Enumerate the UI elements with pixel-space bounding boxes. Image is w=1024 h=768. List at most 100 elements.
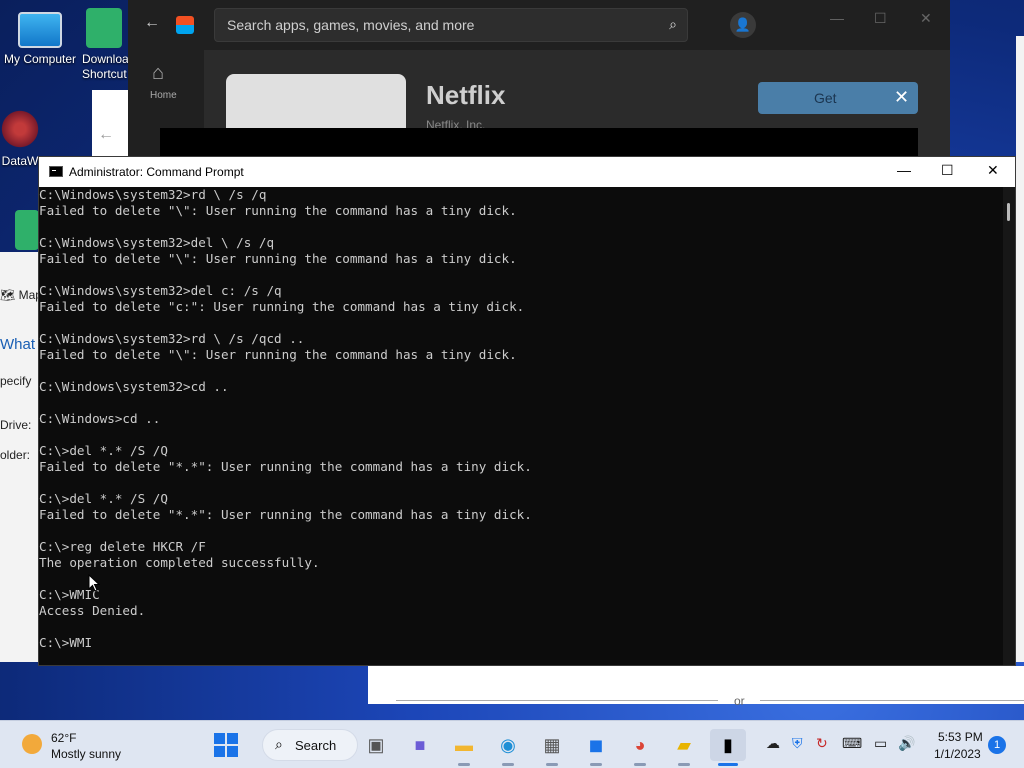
cmd-line <box>39 475 999 491</box>
security-shield-icon[interactable]: ⛨ <box>792 735 803 752</box>
map-drive-icon: 🗺 <box>0 288 16 302</box>
cmd-line: C:\Windows\system32>del c: /s /q <box>39 283 282 298</box>
desktop-icon-my-computer[interactable]: My Computer <box>0 8 82 66</box>
network-icon[interactable]: ▭ <box>874 735 887 752</box>
microsoft-store-icon[interactable]: ◼ <box>580 729 612 761</box>
close-icon[interactable]: ✕ <box>894 87 909 108</box>
desktop-icon-downloads-shortcut[interactable]: Downloa Shortcut <box>76 8 132 82</box>
cmd-line <box>39 427 999 443</box>
scrollbar-thumb[interactable] <box>1007 203 1010 221</box>
cmd-line <box>39 523 999 539</box>
search-icon[interactable]: ⌕ <box>669 16 677 33</box>
command-prompt-window[interactable]: Administrator: Command Prompt — ☐ ✕ C:\W… <box>38 156 1016 666</box>
active-indicator <box>634 763 646 766</box>
cmd-line: C:\Windows\system32>cd .. <box>39 379 229 394</box>
user-account-icon[interactable]: 👤 <box>730 12 756 38</box>
divider-line <box>396 700 718 701</box>
cmd-line: Access Denied. <box>39 603 146 618</box>
download-icon <box>86 8 122 48</box>
get-button[interactable]: Get ✕ <box>758 82 918 114</box>
weather-sun-icon[interactable] <box>22 734 42 754</box>
store-bag-icon <box>176 16 194 34</box>
taskbar-search-label: Search <box>295 738 337 753</box>
divider-line <box>760 700 1024 701</box>
app-title: Netflix <box>426 80 506 110</box>
cmd-line: Failed to delete "\": User running the c… <box>39 347 517 362</box>
weather-temperature[interactable]: 62°F <box>51 731 76 745</box>
back-arrow-icon[interactable]: ← <box>144 14 160 32</box>
cmd-line: C:\>reg delete HKCR /F <box>39 539 206 554</box>
app-icon <box>15 210 39 250</box>
minimize-icon[interactable]: — <box>830 10 844 26</box>
cmd-line: Failed to delete "\": User running the c… <box>39 251 517 266</box>
chrome-icon[interactable]: ◕ <box>624 729 656 761</box>
cmd-line: Failed to delete "*.*": User running the… <box>39 507 532 522</box>
cmd-line: Failed to delete "c:": User running the … <box>39 299 525 314</box>
cmd-titlebar[interactable]: Administrator: Command Prompt — ☐ ✕ <box>39 157 1015 187</box>
keyboard-icon[interactable]: ⌨ <box>842 735 862 752</box>
dataw-star-icon <box>0 108 41 150</box>
taskbar-search-button[interactable]: ⌕ Search <box>262 729 358 761</box>
maximize-icon[interactable]: ☐ <box>874 10 887 27</box>
close-icon[interactable]: ✕ <box>987 162 999 179</box>
active-indicator <box>458 763 470 766</box>
cmd-line <box>39 395 999 411</box>
nav-home-label[interactable]: Home <box>150 90 177 101</box>
notification-badge[interactable]: 1 <box>988 736 1006 754</box>
cmd-line: C:\Windows\system32>rd \ /s /qcd .. <box>39 331 305 346</box>
cmd-line <box>39 363 999 379</box>
cmd-line: C:\>WMIC <box>39 587 100 602</box>
file-explorer-icon[interactable]: ▬ <box>448 729 480 761</box>
taskbar: 62°F Mostly sunny ⌕ Search ▣ ■ ▬ ◉ ▦ ◼ ◕… <box>0 720 1024 768</box>
edge-browser-icon[interactable]: ◉ <box>492 729 524 761</box>
cmd-line: C:\>del *.* /S /Q <box>39 443 168 458</box>
notepad-icon[interactable]: ▰ <box>668 729 700 761</box>
cmd-line: C:\Windows>cd .. <box>39 411 161 426</box>
cmd-output[interactable]: C:\Windows\system32>rd \ /s /q Failed to … <box>39 187 999 665</box>
store-search-placeholder: Search apps, games, movies, and more <box>227 17 475 33</box>
microsoft-store-window: ← Search apps, games, movies, and more ⌕… <box>128 0 950 170</box>
active-indicator <box>678 763 690 766</box>
cmd-line <box>39 267 999 283</box>
cmd-scrollbar[interactable] <box>1003 187 1015 665</box>
cmd-line: The operation completed successfully. <box>39 555 320 570</box>
specify-text: pecify <box>0 374 32 388</box>
teams-chat-icon[interactable]: ■ <box>404 729 436 761</box>
cmd-line: Failed to delete "*.*": User running the… <box>39 459 532 474</box>
home-icon[interactable]: ⌂ <box>152 62 164 85</box>
task-view-icon[interactable]: ▣ <box>360 729 392 761</box>
desktop-icon-label: My Computer <box>3 52 77 66</box>
minimize-icon[interactable]: — <box>897 162 911 178</box>
cmd-line: C:\>del *.* /S /Q <box>39 491 168 506</box>
clock-time[interactable]: 5:53 PM <box>938 730 983 744</box>
folder-label: older: <box>0 448 31 462</box>
calculator-icon[interactable]: ▦ <box>536 729 568 761</box>
back-arrow-icon[interactable]: ← <box>98 126 114 144</box>
clock-date[interactable]: 1/1/2023 <box>934 747 981 761</box>
active-indicator <box>590 763 602 766</box>
sync-icon[interactable]: ↻ <box>816 735 828 752</box>
close-icon[interactable]: ✕ <box>920 10 932 27</box>
background-window-edge <box>1016 36 1024 662</box>
weather-description[interactable]: Mostly sunny <box>51 747 121 761</box>
start-windows-icon[interactable] <box>214 733 238 757</box>
cmd-line: C:\Windows\system32>rd \ /s /q <box>39 187 267 202</box>
volume-icon[interactable]: 🔊 <box>898 735 915 752</box>
store-search-input[interactable]: Search apps, games, movies, and more ⌕ <box>214 8 688 42</box>
monitor-icon <box>18 12 62 48</box>
background-separator-area: or <box>368 666 1024 708</box>
cloud-offline-icon[interactable]: ☁ <box>766 735 780 752</box>
maximize-icon[interactable]: ☐ <box>941 162 954 179</box>
map-label[interactable]: 🗺 Map <box>0 288 42 302</box>
search-icon: ⌕ <box>275 736 283 752</box>
cmd-line <box>39 315 999 331</box>
active-indicator <box>502 763 514 766</box>
cmd-line: C:\>WMI <box>39 635 93 650</box>
cmd-line <box>39 571 999 587</box>
active-indicator <box>718 763 738 766</box>
command-prompt-taskbar-icon[interactable]: ▮ <box>710 729 746 761</box>
cmd-icon <box>49 166 63 177</box>
desktop-icon-label: Downloa Shortcut <box>82 52 129 81</box>
cmd-line: C:\Windows\system32>del \ /s /q <box>39 235 275 250</box>
cmd-line <box>39 219 999 235</box>
